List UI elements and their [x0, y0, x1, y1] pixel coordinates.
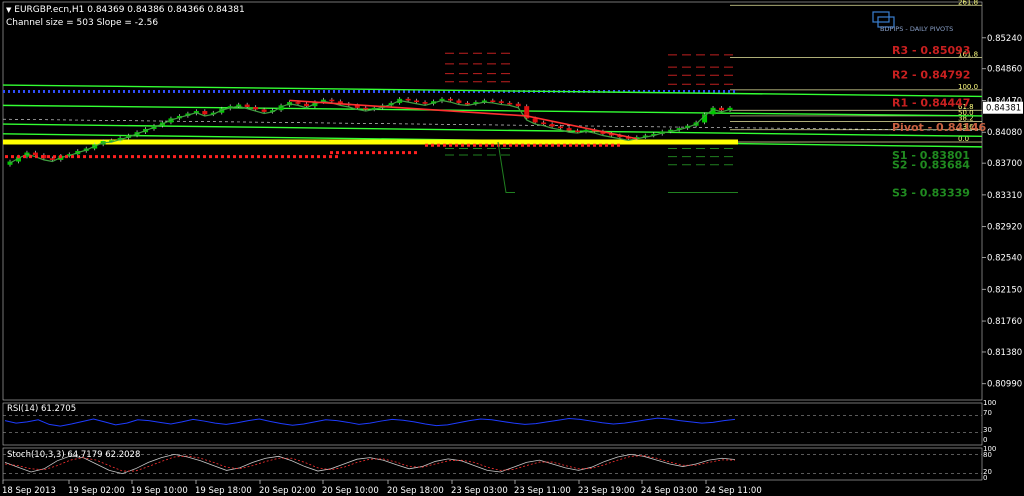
bear-candle: [464, 102, 470, 105]
bear-candle: [558, 126, 564, 129]
y-tick-label: 0.82920: [987, 223, 1022, 233]
x-tick-label: 23 Sep 19:00: [578, 486, 635, 496]
rsi-line: [4, 417, 736, 427]
x-tick-label: 20 Sep 18:00: [387, 486, 444, 496]
x-tick-label: 20 Sep 02:00: [259, 486, 316, 496]
fib-level-label: 100.0: [958, 83, 978, 91]
bear-candle: [490, 100, 496, 102]
rsi-level-label: 30: [983, 426, 992, 434]
y-tick-label: 0.80990: [987, 380, 1022, 390]
stoch-panel-border: [2, 447, 983, 481]
bear-candle: [202, 111, 208, 115]
current-price-label: 0.84381: [986, 104, 1021, 114]
rsi-level-label: 0: [983, 436, 987, 444]
x-tick-label: 24 Sep 11:00: [705, 486, 762, 496]
bear-candle: [566, 128, 572, 131]
y-tick-label: 0.81760: [987, 317, 1022, 327]
x-tick-label: 23 Sep 03:00: [451, 486, 508, 496]
rsi-panel-border: [2, 402, 983, 446]
bear-candle: [244, 104, 250, 107]
watermark-label: BDPIPS - DAILY PIVOTS: [880, 25, 953, 33]
y-tick-label: 0.83700: [987, 159, 1022, 169]
x-tick-label: 20 Sep 10:00: [322, 486, 379, 496]
bear-candle: [498, 101, 504, 103]
x-tick-label: 18 Sep 2013: [2, 486, 56, 496]
rsi-level-label: 70: [983, 409, 992, 417]
rsi-label: RSI(14) 61.2705: [7, 404, 76, 414]
bear-candle: [363, 107, 369, 110]
channel-line: [2, 123, 983, 137]
pivot-s3-drop: [497, 141, 515, 194]
x-tick-label: 23 Sep 11:00: [514, 486, 571, 496]
bear-candle: [532, 118, 538, 123]
y-tick-label: 0.82540: [987, 254, 1022, 264]
y-tick-label: 0.81380: [987, 348, 1022, 358]
x-tick-label: 24 Sep 03:00: [641, 486, 698, 496]
pivot-label: S2 - 0.83684: [892, 158, 970, 171]
bear-candle: [253, 106, 259, 110]
bear-candle: [422, 102, 428, 104]
y-tick-label: 0.84860: [987, 65, 1022, 75]
fib-level-label: 261.8: [958, 0, 978, 6]
pivot-label: R2 - 0.84792: [892, 68, 970, 81]
bear-candle: [515, 103, 521, 107]
bear-candle: [575, 130, 581, 133]
chart-window: ▼ EURGBP.ecn,H1 0.84369 0.84386 0.84366 …: [0, 0, 1024, 496]
bear-candle: [295, 102, 301, 104]
bear-candle: [405, 98, 411, 101]
bear-candle: [49, 158, 55, 160]
stoch-label: Stoch(10,3,3) 64.7179 62.2028: [7, 450, 140, 460]
bear-candle: [549, 124, 555, 127]
bear-candle: [719, 107, 725, 111]
stoch-level-label: 0: [983, 474, 987, 482]
pivot-label: R1 - 0.84447: [892, 96, 970, 109]
bear-candle: [303, 103, 309, 107]
y-tick-label: 0.83310: [987, 191, 1022, 201]
x-tick-label: 19 Sep 18:00: [195, 486, 252, 496]
pivot-label: S3 - 0.83339: [892, 187, 970, 200]
bear-candle: [507, 102, 513, 105]
bear-candle: [32, 152, 38, 156]
main-panel-border: [2, 1, 983, 401]
bear-candle: [456, 100, 462, 103]
bear-candle: [329, 99, 335, 102]
chart-canvas[interactable]: 0.852400.848600.844700.840800.837000.833…: [0, 0, 1024, 496]
pivot-label: Pivot - 0.84146: [892, 121, 986, 134]
y-tick-label: 0.84080: [987, 128, 1022, 138]
stoch-level-label: 80: [983, 451, 992, 459]
y-tick-label: 0.85240: [987, 34, 1022, 44]
x-tick-label: 19 Sep 10:00: [131, 486, 188, 496]
bear-candle: [541, 122, 547, 125]
bear-candle: [414, 100, 420, 103]
x-tick-label: 19 Sep 02:00: [68, 486, 125, 496]
rsi-level-label: 100: [983, 399, 996, 407]
y-tick-label: 0.82150: [987, 285, 1022, 295]
pivot-label: R3 - 0.85093: [892, 44, 970, 57]
bear-candle: [261, 109, 267, 112]
bear-candle: [447, 98, 453, 101]
